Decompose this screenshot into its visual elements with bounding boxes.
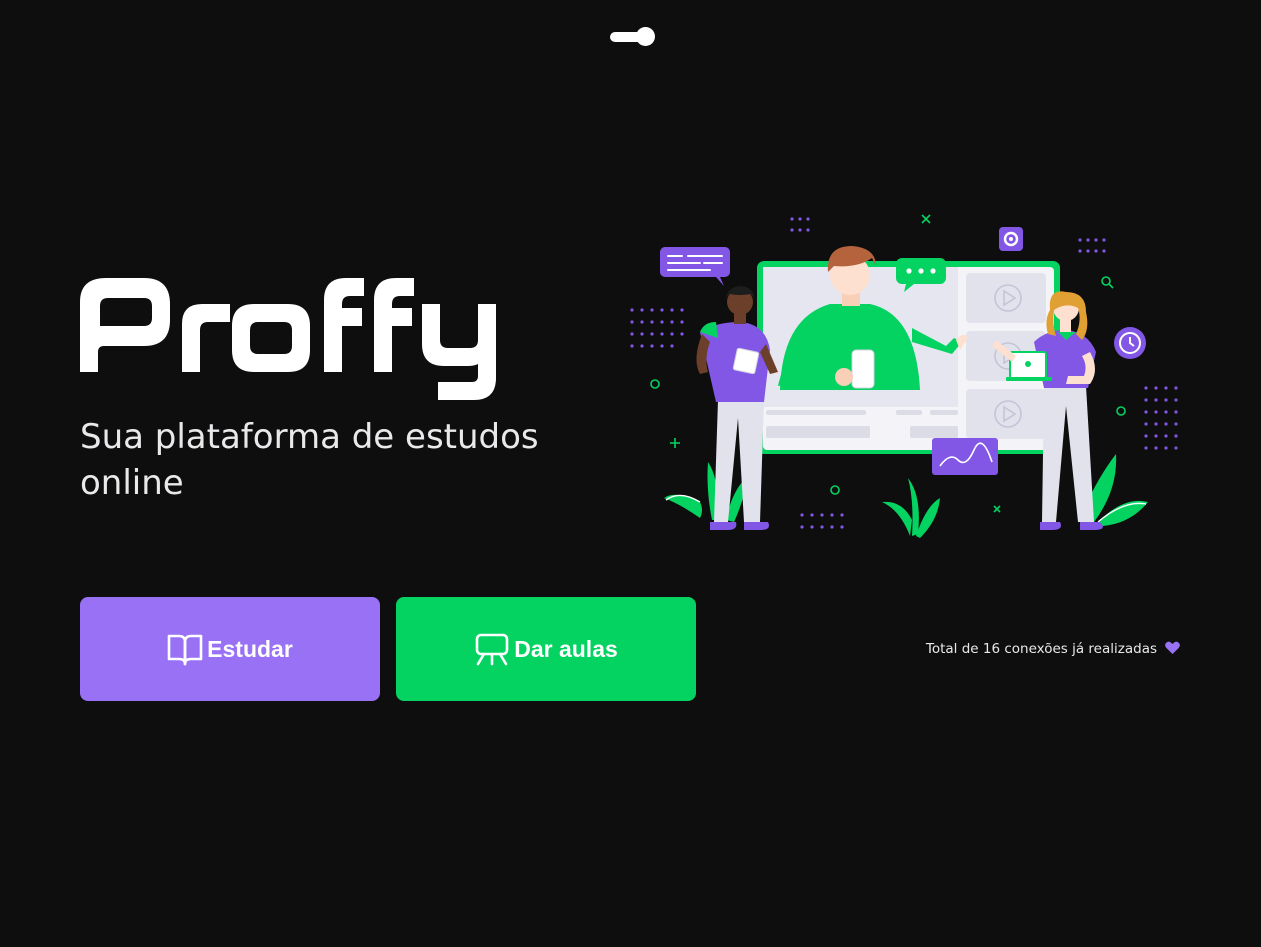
- tagline: Sua plataforma de estudos online: [80, 417, 539, 503]
- total-connections: Total de 16 conexões já realizadas: [926, 638, 1180, 660]
- teach-button-label: Dar aulas: [514, 635, 618, 662]
- teach-button[interactable]: Dar aulas: [396, 597, 696, 701]
- purple-heart-icon: [1165, 641, 1180, 658]
- proffy-logo: [78, 268, 518, 404]
- total-connections-text: Total de 16 conexões já realizadas: [925, 641, 1157, 657]
- book-open-icon: [167, 632, 203, 666]
- theme-toggle-knob[interactable]: [636, 27, 655, 46]
- online-class-illustration: [630, 214, 1178, 538]
- proffy-logo-wordmark: [80, 278, 496, 400]
- hero-illustration: [620, 200, 1200, 545]
- presentation-board-icon: [474, 632, 510, 666]
- theme-toggle[interactable]: [610, 26, 656, 48]
- study-button[interactable]: Estudar: [80, 597, 380, 701]
- study-button-label: Estudar: [207, 635, 293, 662]
